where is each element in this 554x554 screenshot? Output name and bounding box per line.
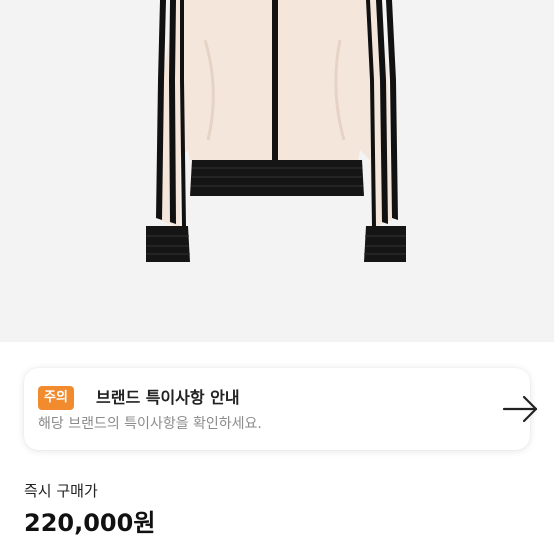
arrow-right-icon[interactable]	[500, 394, 540, 424]
track-jacket-image	[146, 0, 406, 262]
instant-buy-price-value: 220,000원	[24, 509, 156, 537]
instant-buy-price-label: 즉시 구매가	[24, 482, 98, 500]
caution-badge: 주의	[38, 386, 74, 410]
product-image[interactable]	[0, 0, 554, 342]
notice-title: 브랜드 특이사항 안내	[96, 388, 240, 407]
brand-notice-card[interactable]: 주의 브랜드 특이사항 안내 해당 브랜드의 특이사항을 확인하세요.	[24, 368, 538, 450]
notice-description: 해당 브랜드의 특이사항을 확인하세요.	[38, 416, 262, 432]
